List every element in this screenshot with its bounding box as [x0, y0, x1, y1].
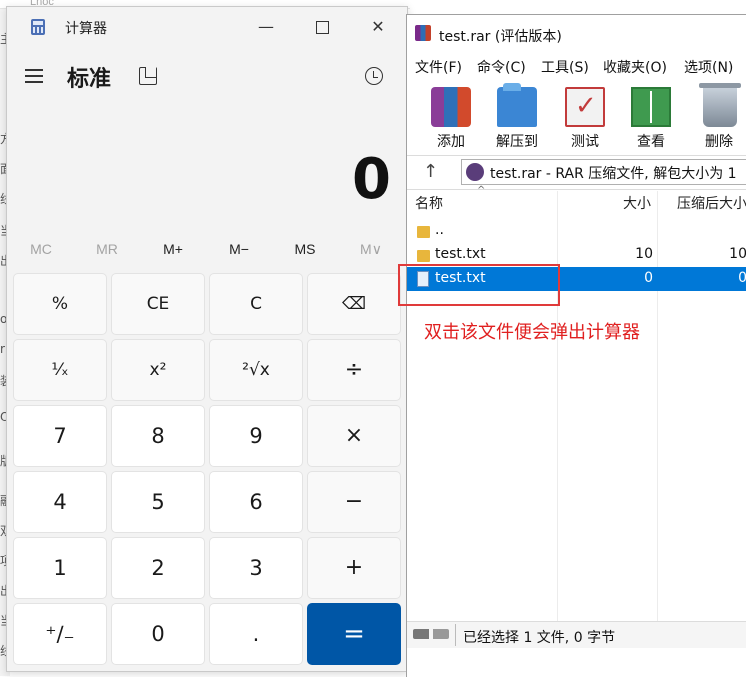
menu-commands[interactable]: 命令(C) [477, 57, 526, 77]
mode-title: 标准 [67, 67, 112, 92]
close-button[interactable]: ✕ [355, 15, 401, 39]
drive-icon[interactable] [413, 629, 449, 639]
square-button[interactable]: x² [111, 339, 205, 401]
view-tool-button[interactable]: 查看 [617, 85, 681, 153]
digit-3-button[interactable]: 3 [209, 537, 303, 599]
calculator-titlebar[interactable]: 计算器 — ✕ [7, 7, 407, 47]
digit-8-button[interactable]: 8 [111, 405, 205, 467]
status-separator [455, 624, 456, 646]
history-icon[interactable] [365, 67, 383, 85]
memory-subtract-button[interactable]: M− [207, 235, 271, 263]
annotation-highlight-box [398, 264, 560, 306]
up-arrow-icon[interactable]: ↑ [423, 161, 438, 182]
digit-5-button[interactable]: 5 [111, 471, 205, 533]
calculator-app-icon [31, 19, 45, 35]
winrar-window: test.rar (评估版本) 文件(F) 命令(C) 工具(S) 收藏夹(O)… [406, 14, 746, 677]
subtract-button[interactable]: − [307, 471, 401, 533]
row-packed: 0 [738, 270, 746, 286]
row-packed: 10 [729, 246, 746, 262]
extract-tool-label: 解压到 [496, 134, 538, 150]
decimal-button[interactable]: . [209, 603, 303, 665]
digit-1-button[interactable]: 1 [13, 537, 107, 599]
address-text: test.rar - RAR 压缩文件, 解包大小为 1 [490, 166, 737, 182]
folder-icon [417, 250, 430, 262]
digit-0-button[interactable]: 0 [111, 603, 205, 665]
trash-icon [699, 83, 741, 127]
winrar-menubar: 文件(F) 命令(C) 工具(S) 收藏夹(O) 选项(N) [407, 53, 746, 79]
menu-tools[interactable]: 工具(S) [541, 57, 589, 77]
test-tool-label: 测试 [571, 134, 599, 150]
memory-list-button[interactable]: M∨ [339, 235, 403, 263]
clear-entry-button[interactable]: CE [111, 273, 205, 335]
keep-on-top-icon[interactable] [139, 67, 157, 85]
view-tool-label: 查看 [637, 134, 665, 150]
winrar-titlebar[interactable]: test.rar (评估版本) [407, 15, 746, 51]
negate-button[interactable]: ⁺∕₋ [13, 603, 107, 665]
maximize-button[interactable] [299, 15, 345, 39]
menu-file[interactable]: 文件(F) [415, 57, 462, 77]
calculator-window: 计算器 — ✕ 标准 0 MC MR M+ M− MS M∨ % CE C ⌫ … [6, 6, 408, 672]
memory-row: MC MR M+ M− MS M∨ [7, 235, 407, 263]
column-header-size[interactable]: 大小 [623, 191, 651, 217]
add-archive-icon [431, 87, 471, 127]
row-name: .. [435, 222, 444, 238]
winrar-app-icon [415, 25, 431, 41]
memory-clear-button[interactable]: MC [9, 235, 73, 263]
test-tool-button[interactable]: 测试 [551, 85, 615, 153]
annotation-text: 双击该文件便会弹出计算器 [424, 322, 640, 343]
file-list: 名称 ^ 大小 压缩后大小 .. test.txt 10 10 test.txt… [407, 185, 746, 621]
delete-tool-label: 删除 [705, 134, 733, 150]
rar-archive-icon [466, 163, 484, 181]
maximize-icon [315, 21, 329, 34]
memory-recall-button[interactable]: MR [75, 235, 139, 263]
winrar-toolbar: 添加 解压到 测试 查看 删除 [407, 81, 746, 156]
menu-favorites[interactable]: 收藏夹(O) [603, 57, 667, 77]
view-book-icon [631, 87, 671, 127]
menu-icon[interactable] [25, 69, 45, 85]
digit-4-button[interactable]: 4 [13, 471, 107, 533]
memory-store-button[interactable]: MS [273, 235, 337, 263]
row-size: 0 [644, 270, 653, 286]
digit-7-button[interactable]: 7 [13, 405, 107, 467]
row-name: test.txt [435, 246, 486, 262]
column-header-packed[interactable]: 压缩后大小 [677, 191, 746, 217]
list-item-parent[interactable]: .. [407, 219, 746, 243]
digit-9-button[interactable]: 9 [209, 405, 303, 467]
percent-button[interactable]: % [13, 273, 107, 335]
equals-button[interactable]: = [307, 603, 401, 665]
column-header-name[interactable]: 名称 [415, 191, 443, 217]
address-field[interactable]: test.rar - RAR 压缩文件, 解包大小为 1 [461, 159, 746, 185]
calculator-title: 计算器 [65, 21, 107, 37]
digit-6-button[interactable]: 6 [209, 471, 303, 533]
result-display: 0 [352, 147, 391, 212]
menu-options[interactable]: 选项(N) [684, 57, 733, 77]
row-size: 10 [635, 246, 653, 262]
test-clipboard-icon [565, 87, 605, 127]
multiply-button[interactable]: × [307, 405, 401, 467]
digit-2-button[interactable]: 2 [111, 537, 205, 599]
add-tool-label: 添加 [437, 134, 465, 150]
reciprocal-button[interactable]: ¹⁄ₓ [13, 339, 107, 401]
extract-tool-button[interactable]: 解压到 [483, 83, 547, 153]
address-bar: ↑ test.rar - RAR 压缩文件, 解包大小为 1 [407, 157, 746, 190]
winrar-title: test.rar (评估版本) [439, 29, 562, 45]
square-root-button[interactable]: ²√x [209, 339, 303, 401]
status-text: 已经选择 1 文件, 0 字节 [463, 630, 616, 646]
sort-caret-icon: ^ [477, 185, 486, 196]
minimize-button[interactable]: — [243, 15, 289, 39]
memory-add-button[interactable]: M+ [141, 235, 205, 263]
folder-icon [417, 226, 430, 238]
status-bar: 已经选择 1 文件, 0 字节 [407, 621, 746, 648]
backspace-button[interactable]: ⌫ [307, 273, 401, 335]
divide-button[interactable]: ÷ [307, 339, 401, 401]
calculator-header: 标准 [7, 55, 407, 99]
add-button[interactable]: + [307, 537, 401, 599]
clear-button[interactable]: C [209, 273, 303, 335]
delete-tool-button[interactable]: 删除 [685, 83, 746, 153]
add-tool-button[interactable]: 添加 [417, 85, 481, 153]
extract-folder-icon [497, 83, 537, 127]
